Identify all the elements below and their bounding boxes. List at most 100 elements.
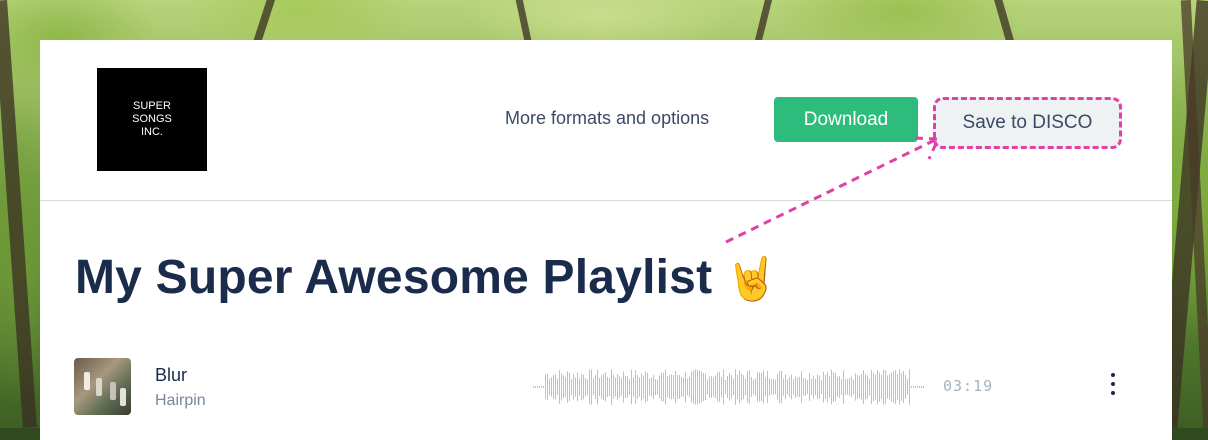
waveform-bar bbox=[583, 374, 584, 400]
waveform-bar bbox=[919, 386, 920, 388]
waveform-bar bbox=[663, 372, 664, 402]
waveform-bar bbox=[881, 374, 882, 400]
waveform-bar bbox=[537, 386, 538, 388]
waveform-bar bbox=[575, 377, 576, 397]
waveform[interactable] bbox=[533, 368, 927, 406]
waveform-bar bbox=[861, 374, 862, 400]
waveform-bar bbox=[921, 386, 922, 388]
waveform-bar bbox=[665, 369, 666, 405]
waveform-bar bbox=[633, 377, 634, 397]
waveform-bar bbox=[867, 375, 868, 399]
download-button[interactable]: Download bbox=[774, 97, 918, 142]
waveform-bar bbox=[879, 372, 880, 402]
waveform-bar bbox=[829, 376, 830, 398]
waveform-bar bbox=[631, 369, 632, 405]
waveform-bar bbox=[657, 379, 658, 395]
waveform-bar bbox=[625, 376, 626, 398]
waveform-bar bbox=[893, 371, 894, 403]
track-row[interactable]: Blur Hairpin 03:19 bbox=[40, 358, 1172, 416]
waveform-bar bbox=[635, 370, 636, 404]
waveform-bar bbox=[815, 378, 816, 396]
waveform-bar bbox=[813, 375, 814, 399]
waveform-bar bbox=[653, 375, 654, 399]
waveform-bar bbox=[855, 373, 856, 401]
waveform-bar bbox=[557, 379, 558, 395]
playlist-title: My Super Awesome Playlist 🤘 bbox=[75, 250, 778, 305]
waveform-bar bbox=[821, 379, 822, 395]
waveform-bar bbox=[751, 377, 752, 397]
waveform-bar bbox=[539, 386, 540, 388]
waveform-bar bbox=[617, 373, 618, 401]
waveform-bar bbox=[549, 378, 550, 396]
waveform-bar bbox=[605, 372, 606, 402]
waveform-bar bbox=[565, 376, 566, 398]
waveform-bar bbox=[671, 374, 672, 400]
waveform-bar bbox=[793, 379, 794, 395]
waveform-bar bbox=[615, 377, 616, 397]
waveform-bar bbox=[683, 377, 684, 397]
waveform-bar bbox=[759, 372, 760, 402]
waveform-bar bbox=[801, 371, 802, 403]
tree-trunk bbox=[515, 0, 532, 45]
more-vertical-icon[interactable] bbox=[1108, 373, 1118, 399]
waveform-bar bbox=[833, 372, 834, 402]
waveform-bar bbox=[677, 375, 678, 399]
waveform-bar bbox=[845, 379, 846, 395]
waveform-bar bbox=[533, 386, 534, 388]
waveform-bar bbox=[711, 376, 712, 398]
waveform-bar bbox=[895, 369, 896, 405]
waveform-bar bbox=[667, 376, 668, 398]
playlist-card: SUPER SONGS INC. More formats and option… bbox=[40, 40, 1172, 440]
waveform-bar bbox=[911, 386, 912, 388]
waveform-bar bbox=[885, 370, 886, 404]
waveform-bar bbox=[795, 376, 796, 398]
waveform-bar bbox=[819, 375, 820, 399]
tree-trunk bbox=[0, 0, 37, 428]
waveform-bar bbox=[543, 386, 544, 388]
waveform-bar bbox=[661, 372, 662, 402]
waveform-bar bbox=[619, 376, 620, 398]
more-formats-link[interactable]: More formats and options bbox=[505, 108, 709, 129]
waveform-bar bbox=[655, 379, 656, 395]
waveform-bar bbox=[797, 377, 798, 397]
waveform-bar bbox=[869, 378, 870, 396]
waveform-bar bbox=[753, 379, 754, 395]
waveform-bar bbox=[637, 374, 638, 400]
waveform-bar bbox=[699, 370, 700, 404]
waveform-bar bbox=[843, 370, 844, 404]
save-to-disco-button[interactable]: Save to DISCO bbox=[933, 97, 1122, 149]
track-title[interactable]: Blur bbox=[155, 365, 187, 386]
waveform-bar bbox=[679, 375, 680, 399]
waveform-bar bbox=[807, 379, 808, 395]
waveform-bar bbox=[593, 378, 594, 396]
track-artist: Hairpin bbox=[155, 392, 206, 409]
waveform-bar bbox=[785, 374, 786, 400]
waveform-bar bbox=[841, 379, 842, 395]
waveform-bar bbox=[733, 379, 734, 395]
waveform-bar bbox=[623, 371, 624, 403]
waveform-bar bbox=[705, 373, 706, 401]
waveform-bar bbox=[849, 377, 850, 397]
waveform-bar bbox=[621, 378, 622, 396]
waveform-bar bbox=[805, 378, 806, 396]
waveform-bar bbox=[757, 372, 758, 402]
waveform-bar bbox=[709, 376, 710, 398]
waveform-bar bbox=[651, 377, 652, 397]
waveform-bar bbox=[775, 379, 776, 395]
waveform-bar bbox=[595, 375, 596, 399]
waveform-bar bbox=[781, 370, 782, 404]
waveform-bar bbox=[883, 369, 884, 405]
waveform-bar bbox=[627, 376, 628, 398]
waveform-bar bbox=[649, 378, 650, 396]
waveform-bar bbox=[901, 373, 902, 401]
waveform-bar bbox=[601, 375, 602, 399]
waveform-bar bbox=[773, 379, 774, 395]
waveform-bar bbox=[923, 386, 924, 388]
waveform-bar bbox=[577, 372, 578, 402]
waveform-bar bbox=[863, 370, 864, 404]
waveform-bar bbox=[727, 376, 728, 398]
waveform-bar bbox=[755, 378, 756, 396]
waveform-bar bbox=[791, 374, 792, 400]
waveform-bar bbox=[553, 375, 554, 399]
waveform-bar bbox=[695, 369, 696, 405]
